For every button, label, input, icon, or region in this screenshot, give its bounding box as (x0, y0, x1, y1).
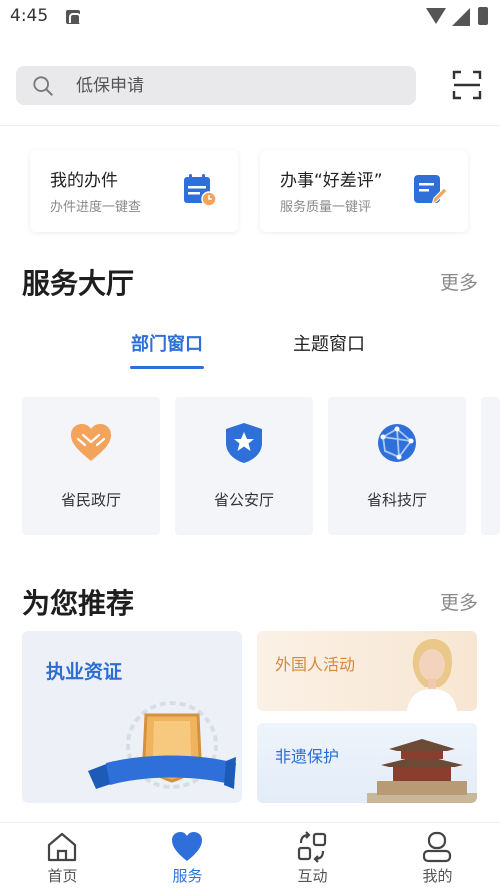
dept-card-science-tech[interactable]: 省科技厅 (328, 397, 466, 535)
dept-label-civil-affairs: 省民政厅 (60, 491, 121, 509)
dept-label-public-security: 省公安厅 (213, 491, 274, 509)
globe-network-icon (378, 424, 416, 462)
active-tab-indicator (130, 366, 204, 369)
evaluation-card[interactable]: 办事“好差评” 服务质量一键评 (260, 150, 468, 232)
search-header (0, 40, 500, 126)
nav-interact-label: 互动 (297, 867, 328, 885)
heart-icon (172, 832, 202, 861)
recommend-more-link[interactable]: 更多 (440, 588, 478, 615)
person-photo (407, 639, 457, 711)
nav-service[interactable]: 服务 (125, 823, 250, 888)
evaluation-subtitle: 服务质量一键评 (280, 200, 372, 215)
nav-home[interactable]: 首页 (0, 823, 125, 888)
dept-card-partial[interactable] (481, 397, 500, 535)
scan-icon[interactable] (452, 70, 482, 100)
search-icon (33, 76, 53, 96)
evaluation-title: 办事“好差评” (280, 171, 383, 191)
signal-icon (452, 8, 470, 26)
search-box[interactable] (16, 66, 416, 105)
nav-mine[interactable]: 我的 (375, 823, 500, 888)
nav-interact[interactable]: 互动 (250, 823, 375, 888)
dept-card-civil-affairs[interactable]: 省民政厅 (22, 397, 160, 535)
service-hall-title: 服务大厅 (22, 267, 135, 300)
tab-theme-window[interactable]: 主题窗口 (293, 330, 365, 356)
badge-ribbon-icon (88, 701, 236, 789)
bottom-navigation: 首页 服务 互动 我的 (0, 822, 500, 888)
service-hall-more-link[interactable]: 更多 (440, 268, 478, 295)
my-cases-subtitle: 办件进度一键查 (50, 200, 142, 215)
rec-label-license: 执业资证 (46, 661, 123, 683)
rec-card-foreigner-activity[interactable]: 外国人活动 (257, 631, 477, 711)
nav-home-label: 首页 (47, 867, 78, 885)
battery-icon (478, 7, 488, 25)
search-input[interactable] (76, 74, 396, 98)
wifi-icon (426, 8, 446, 24)
rec-label-heritage: 非遗保护 (275, 747, 340, 766)
rec-card-license[interactable]: 执业资证 (22, 631, 242, 803)
home-icon (47, 832, 77, 862)
rec-card-heritage[interactable]: 非遗保护 (257, 723, 477, 803)
user-icon (422, 831, 452, 863)
status-bar: 4:45 (0, 0, 500, 36)
nav-mine-label: 我的 (422, 867, 453, 885)
my-cases-card[interactable]: 我的办件 办件进度一键查 (30, 150, 238, 232)
calendar-clock-icon (184, 174, 217, 207)
notification-app-icon (66, 10, 81, 24)
status-time: 4:45 (10, 6, 49, 26)
police-badge-icon (226, 423, 262, 463)
nav-service-label: 服务 (172, 867, 203, 885)
dept-card-public-security[interactable]: 省公安厅 (175, 397, 313, 535)
tower-photo (367, 739, 477, 803)
my-cases-title: 我的办件 (50, 171, 118, 191)
edit-note-icon (414, 175, 448, 206)
heart-hands-icon (71, 424, 111, 461)
tab-department-window[interactable]: 部门窗口 (131, 330, 203, 356)
recommend-title: 为您推荐 (22, 587, 135, 620)
exchange-icon (297, 831, 327, 863)
dept-label-science-tech: 省科技厅 (366, 491, 427, 509)
rec-label-foreigner-activity: 外国人活动 (275, 655, 356, 674)
